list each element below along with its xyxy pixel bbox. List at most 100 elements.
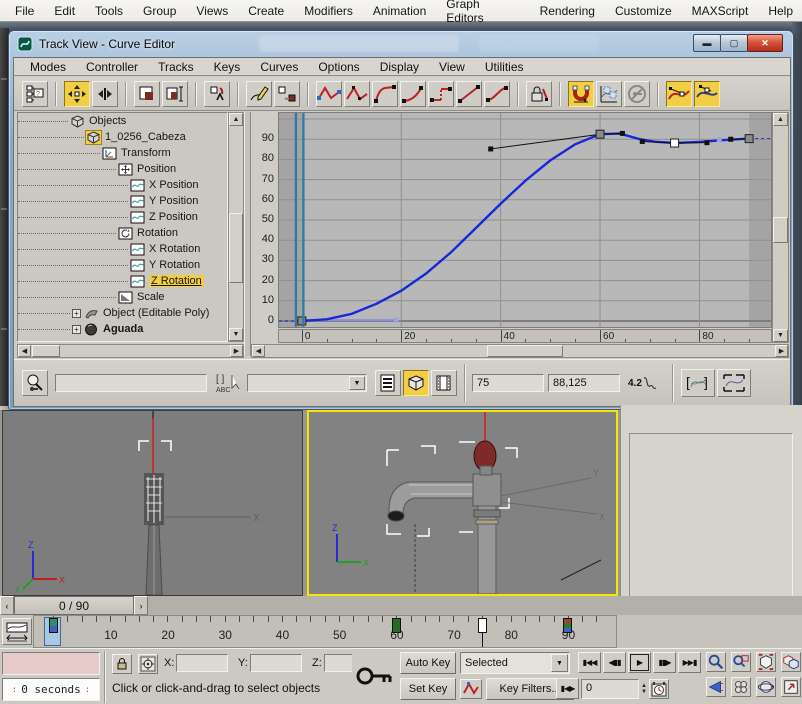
set-key-button[interactable]: Set Key xyxy=(400,678,456,700)
main-menu-animation[interactable]: Animation xyxy=(364,1,435,21)
tv-menu-tracks[interactable]: Tracks xyxy=(150,58,202,76)
tree-label-1-0256-cabeza[interactable]: 1_0256_Cabeza xyxy=(105,131,186,143)
zoom-value-extents-button[interactable] xyxy=(717,369,751,397)
left-viewport[interactable]: X Z X y xyxy=(2,410,303,596)
scale-keys-button[interactable] xyxy=(134,81,160,107)
tree-label-z-rotation[interactable]: Z Rotation xyxy=(149,275,204,287)
tv-menu-controller[interactable]: Controller xyxy=(78,58,146,76)
tree-row[interactable]: X Rotation xyxy=(18,241,227,257)
main-menu-file[interactable]: File xyxy=(6,1,43,21)
scroll-arrow[interactable]: ◀ xyxy=(252,345,265,357)
trackbar-key[interactable] xyxy=(392,618,401,633)
show-key-stats-button[interactable]: 4.2 xyxy=(628,374,658,392)
track-view-titlebar[interactable]: Track View - Curve Editor ▬▢✕ xyxy=(9,31,793,57)
y-coord-field[interactable] xyxy=(250,654,302,672)
set-tangents-step-button[interactable] xyxy=(428,81,454,107)
tree-label-position[interactable]: Position xyxy=(137,163,176,175)
key-value-field[interactable]: 88,125 xyxy=(548,374,620,392)
show-keyable-button[interactable] xyxy=(624,81,650,107)
tree-label-x-rotation[interactable]: X Rotation xyxy=(149,243,200,255)
slide-keys-button[interactable] xyxy=(92,81,118,107)
trackbar-key[interactable] xyxy=(49,618,58,633)
tree-label-y-rotation[interactable]: Y Rotation xyxy=(149,259,200,271)
x-coord-field[interactable] xyxy=(176,654,228,672)
main-menu-create[interactable]: Create xyxy=(239,1,293,21)
tree-label-y-position[interactable]: Y Position xyxy=(149,195,198,207)
trackbar-key[interactable] xyxy=(478,618,487,633)
snap-frames-button[interactable] xyxy=(568,81,594,107)
main-menu-group[interactable]: Group xyxy=(134,1,185,21)
selection-lock-toggle[interactable] xyxy=(112,654,132,674)
tree-row[interactable]: X Position xyxy=(18,177,227,193)
next-frame-button[interactable]: ▮▮▶ xyxy=(653,652,676,673)
scroll-arrow[interactable]: ▶ xyxy=(775,345,788,357)
zoom-region-button[interactable] xyxy=(706,677,726,697)
time-ruler[interactable]: 020406080 xyxy=(278,329,772,343)
tree-label-objects[interactable]: Objects xyxy=(89,115,126,127)
tree-label-aguada[interactable]: Aguada xyxy=(103,323,143,335)
dropdown-arrow-icon[interactable]: ▼ xyxy=(551,654,568,672)
tree-row[interactable]: Objects xyxy=(18,113,227,129)
edit-track-set-icon[interactable]: [ ]ABC xyxy=(215,371,241,395)
lock-selection-button[interactable] xyxy=(526,81,552,107)
set-tangents-linear-button[interactable] xyxy=(456,81,482,107)
maximize-viewport-button[interactable] xyxy=(781,677,801,697)
tree-label-object-editable-poly-[interactable]: Object (Editable Poly) xyxy=(103,307,209,319)
scroll-thumb[interactable] xyxy=(487,345,563,357)
lock-tangents-button[interactable] xyxy=(694,81,720,107)
tree-label-x-position[interactable]: X Position xyxy=(149,179,199,191)
play-button[interactable]: ▶ xyxy=(628,652,651,673)
tree-row[interactable]: Transform xyxy=(18,145,227,161)
curve-hscrollbar[interactable]: ◀▶ xyxy=(251,344,789,358)
tree-label-transform[interactable]: Transform xyxy=(121,147,171,159)
filters-button[interactable]: ? xyxy=(22,81,48,107)
zoom-extents-button[interactable] xyxy=(756,652,776,672)
time-slider[interactable]: 0 / 90 xyxy=(14,596,134,615)
main-menu-edit[interactable]: Edit xyxy=(45,1,84,21)
scroll-arrow[interactable]: ▼ xyxy=(773,329,788,342)
move-keys-button[interactable] xyxy=(64,81,90,107)
time-slider-next-button[interactable]: › xyxy=(134,596,148,615)
listener-output[interactable]: :0 seconds: xyxy=(2,678,100,701)
main-menu-rendering[interactable]: Rendering xyxy=(531,1,604,21)
absolute-mode-toggle[interactable] xyxy=(138,654,158,674)
tv-menu-modes[interactable]: Modes xyxy=(22,58,74,76)
auto-key-button[interactable]: Auto Key xyxy=(400,652,456,674)
tv-menu-view[interactable]: View xyxy=(431,58,473,76)
zoom-horizontal-extents-button[interactable]: [] xyxy=(681,369,715,397)
tv-menu-curves[interactable]: Curves xyxy=(252,58,306,76)
param-out-of-range-button[interactable] xyxy=(596,81,622,107)
show-tangents-button[interactable] xyxy=(666,81,692,107)
scroll-thumb[interactable] xyxy=(32,345,60,357)
main-menu-help[interactable]: Help xyxy=(759,1,802,21)
curve-scrollbar[interactable]: ▲▼ xyxy=(772,112,789,343)
selection-set-dropdown[interactable]: Selected ▼ xyxy=(460,652,570,674)
set-tangents-auto-button[interactable] xyxy=(316,81,342,107)
tree-row[interactable]: Y Rotation xyxy=(18,257,227,273)
time-slider-prev-button[interactable]: ‹ xyxy=(0,596,14,615)
main-menu-customize[interactable]: Customize xyxy=(606,1,681,21)
tree-row[interactable]: Position xyxy=(18,161,227,177)
set-key-big-button[interactable] xyxy=(352,651,398,701)
zoom-selected-object-button[interactable] xyxy=(22,370,48,396)
scroll-arrow[interactable]: ▲ xyxy=(773,113,788,126)
show-frames-button[interactable] xyxy=(431,370,457,396)
tree-row[interactable]: Scale xyxy=(18,289,227,305)
tree-curve-splitter[interactable] xyxy=(244,112,251,356)
zoom-all-button[interactable] xyxy=(731,652,751,672)
tree-label-rotation[interactable]: Rotation xyxy=(137,227,178,239)
set-tangents-slow-button[interactable] xyxy=(400,81,426,107)
scroll-arrow[interactable]: ▶ xyxy=(230,345,243,357)
tree-row[interactable]: Z Position xyxy=(18,209,227,225)
scroll-thumb[interactable] xyxy=(229,213,243,283)
tree-scrollbar[interactable]: ▲▼ xyxy=(228,112,244,342)
previous-frame-button[interactable]: ◀▮▮ xyxy=(603,652,626,673)
curve-plot[interactable] xyxy=(278,112,772,328)
tv-menu-display[interactable]: Display xyxy=(372,58,427,76)
show-selected-objects-button[interactable] xyxy=(403,370,429,396)
maximize-button[interactable]: ▢ xyxy=(720,34,748,52)
zoom-button[interactable] xyxy=(706,652,726,672)
tree-row[interactable]: +Object (Editable Poly) xyxy=(18,305,227,321)
tree-row[interactable]: Z Rotation xyxy=(18,273,227,289)
key-time-field[interactable]: 75 xyxy=(472,374,544,392)
